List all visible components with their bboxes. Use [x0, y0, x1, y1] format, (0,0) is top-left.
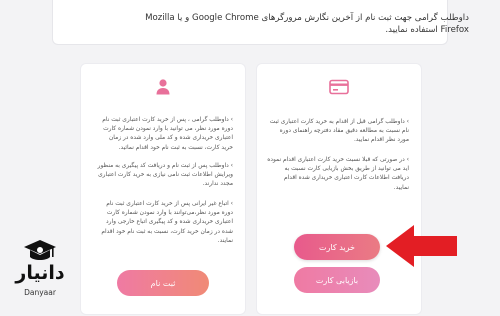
- buy-info-2: › در صورتی که قبلا نسبت خرید کارت اعتبار…: [267, 157, 409, 191]
- register-info-1: › داوطلب گرامی ، پس از خرید کارت اعتباری…: [102, 117, 233, 151]
- notice-card: داوطلب گرامی جهت ثبت نام از آخرین نگارش …: [52, 0, 469, 45]
- pointer-arrow-icon: [386, 225, 457, 267]
- user-icon: [156, 79, 170, 95]
- recover-card-button[interactable]: بازیابی کارت: [294, 267, 380, 293]
- register-card: › داوطلب گرامی ، پس از خرید کارت اعتباری…: [80, 63, 246, 315]
- register-button[interactable]: ثبت نام: [117, 270, 209, 296]
- logo-subtitle: Danyaar: [24, 288, 56, 297]
- browser-notice: داوطلب گرامی جهت ثبت نام از آخرین نگارش …: [145, 13, 469, 35]
- graduation-cap-icon: [24, 240, 56, 260]
- credit-card-icon: [329, 79, 349, 95]
- register-info-3: › اتباع غیر ایرانی پس از خرید کارت اعتبا…: [101, 201, 233, 244]
- logo-name: دانیار: [15, 262, 65, 284]
- buy-card-panel: › داوطلب گرامی قبل از اقدام به خرید کارت…: [256, 63, 422, 315]
- danyaar-logo: دانیار Danyaar: [10, 236, 70, 316]
- buy-card-button[interactable]: خرید کارت: [294, 234, 380, 260]
- buy-info-1: › داوطلب گرامی قبل از اقدام به خرید کارت…: [269, 119, 409, 144]
- register-info-2: › داوطلب پس از ثبت نام و دریافت کد پیگیر…: [97, 163, 233, 188]
